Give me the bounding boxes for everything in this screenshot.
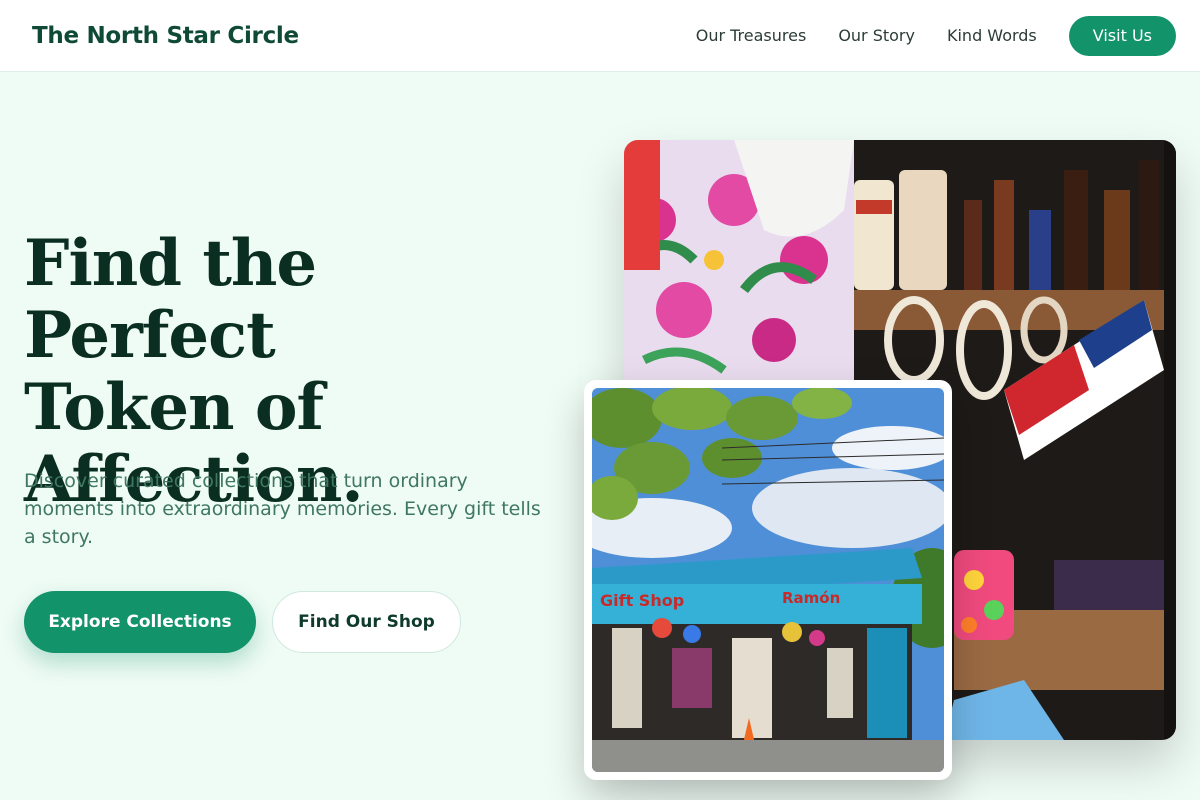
find-our-shop-button[interactable]: Find Our Shop — [272, 591, 461, 653]
main-nav: Our Treasures Our Story Kind Words Visit… — [664, 15, 1176, 56]
hero-title-line-1: Find the Perfect — [24, 226, 317, 373]
visit-us-button[interactable]: Visit Us — [1068, 15, 1176, 56]
shop-sign-left: Gift Shop — [600, 591, 684, 610]
explore-collections-button[interactable]: Explore Collections — [24, 591, 256, 653]
hero-title-line-2: Token of — [24, 370, 324, 445]
navbar: The North Star Circle Our Treasures Our … — [0, 0, 1200, 72]
gift-shop-image-frame: Gift Shop Ramón — [584, 380, 952, 780]
shop-sign-right: Ramón — [782, 589, 840, 607]
gift-shop-image: Gift Shop Ramón — [592, 388, 944, 772]
nav-link-our-story[interactable]: Our Story — [838, 26, 915, 45]
gift-shop-illustration: Gift Shop Ramón — [592, 388, 944, 772]
nav-link-kind-words[interactable]: Kind Words — [947, 26, 1037, 45]
hero-subtitle: Discover curated collections that turn o… — [24, 470, 541, 548]
nav-link-our-treasures[interactable]: Our Treasures — [696, 26, 807, 45]
brand-logo-text[interactable]: The North Star Circle — [32, 23, 299, 49]
